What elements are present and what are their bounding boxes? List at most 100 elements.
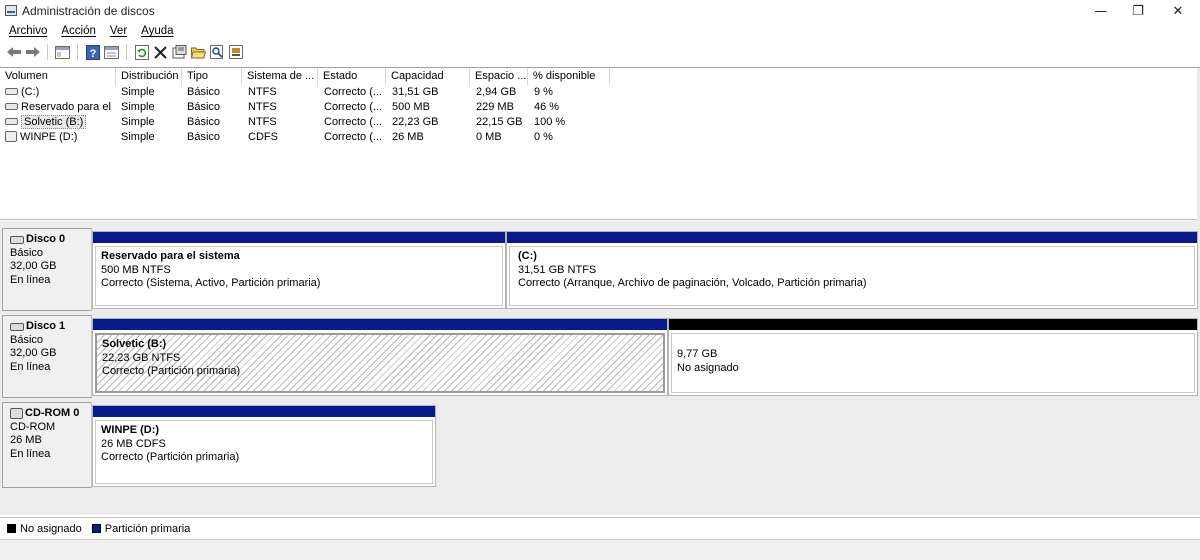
volume-type: Básico (187, 101, 221, 113)
help-icon[interactable]: ? (83, 43, 102, 62)
properties-icon[interactable] (170, 43, 189, 62)
volume-free-space: 229 MB (476, 101, 514, 113)
menu-ver[interactable]: Ver (110, 25, 127, 37)
menu-archivo[interactable]: Archivo (9, 25, 47, 37)
disk-name: CD-ROM 0 (25, 407, 80, 419)
partition-name: Reservado para el sistema (101, 250, 240, 262)
drive-icon (5, 102, 18, 110)
status-bar (0, 539, 1200, 560)
disk-status: En línea (10, 273, 51, 286)
column-header-disponible[interactable]: % disponible (528, 68, 610, 85)
partition-status: No asignado (677, 361, 739, 374)
legend: No asignado Partición primaria (0, 517, 1200, 539)
svg-text:?: ? (89, 48, 96, 60)
disk-management-app-icon (5, 5, 17, 16)
partition-size: 9,77 GB (677, 348, 718, 360)
partition-name: Solvetic (B:) (102, 338, 167, 350)
column-header-sistema[interactable]: Sistema de ... (242, 68, 318, 85)
disk-info-disco-1[interactable]: Disco 1 Básico 32,00 GB En línea (2, 315, 92, 398)
hard-disk-icon (10, 322, 24, 331)
volume-free-space: 0 MB (476, 131, 502, 143)
close-button[interactable]: ✕ (1156, 0, 1200, 22)
disk-info-disco-0[interactable]: Disco 0 Básico 32,00 GB En línea (2, 228, 92, 311)
column-header-capacidad[interactable]: Capacidad (386, 68, 470, 85)
partition-status: Correcto (Sistema, Activo, Partición pri… (101, 277, 321, 289)
volume-layout: Simple (121, 86, 155, 98)
partition-solvetic[interactable]: Solvetic (B:) 22,23 GB NTFS Correcto (Pa… (92, 318, 668, 396)
partition-color-bar (507, 232, 1197, 243)
volume-row[interactable]: Reservado para el ... Simple Básico NTFS… (0, 100, 1200, 115)
volume-status: Correcto (... (324, 86, 383, 98)
volume-capacity: 31,51 GB (392, 86, 439, 98)
restore-button[interactable]: ❐ (1116, 0, 1160, 22)
partition-status: Correcto (Partición primaria) (101, 451, 240, 463)
volume-percent-free: 46 % (534, 101, 560, 113)
partition-color-bar (93, 319, 667, 330)
menu-accion[interactable]: Acción (61, 25, 96, 37)
volume-type: Básico (187, 131, 221, 143)
volume-layout: Simple (121, 116, 155, 128)
partition-color-bar (669, 319, 1197, 330)
column-header-distribucion[interactable]: Distribución (116, 68, 182, 85)
open-folder-icon[interactable] (189, 43, 208, 62)
drive-icon (5, 117, 18, 125)
delete-icon[interactable] (151, 43, 170, 62)
volume-layout: Simple (121, 101, 155, 113)
column-header-tipo[interactable]: Tipo (182, 68, 242, 85)
disk-size: 32,00 GB (10, 347, 57, 359)
partition-status: Correcto (Arranque, Archivo de paginació… (518, 277, 867, 289)
volume-type: Básico (187, 116, 221, 128)
toolbar-separator (47, 44, 48, 60)
back-arrow-icon[interactable] (4, 43, 23, 62)
disk-name: Disco 0 (26, 233, 66, 245)
volume-row[interactable]: (C:) Simple Básico NTFS Correcto (... 31… (0, 85, 1200, 100)
disk-size: 32,00 GB (10, 260, 57, 272)
partition-reservado[interactable]: Reservado para el sistema 500 MB NTFS Co… (92, 231, 506, 309)
search-icon[interactable] (208, 43, 227, 62)
legend-swatch-primary (91, 524, 101, 533)
volume-filesystem: NTFS (248, 101, 277, 113)
volume-status: Correcto (... (324, 116, 383, 128)
legend-label-primary: Partición primaria (104, 522, 191, 535)
disk-status: En línea (10, 447, 51, 460)
column-header-estado[interactable]: Estado (318, 68, 386, 85)
volume-list: Volumen Distribución Tipo Sistema de ...… (0, 67, 1200, 221)
volume-status: Correcto (... (324, 101, 383, 113)
disk-status: En línea (10, 360, 51, 373)
toolbar: ? (0, 41, 1200, 63)
list-view-icon[interactable] (102, 43, 121, 62)
window-title: Administración de discos (22, 4, 155, 18)
menu-bar: Archivo Acción Ver Ayuda (0, 22, 1200, 40)
partition-unallocated[interactable]: 9,77 GB No asignado (668, 318, 1198, 396)
settings-icon[interactable] (227, 43, 246, 62)
volume-capacity: 22,23 GB (392, 116, 439, 128)
forward-arrow-icon[interactable] (23, 43, 42, 62)
volume-percent-free: 9 % (534, 86, 553, 98)
disk-info-cdrom-0[interactable]: CD-ROM 0 CD-ROM 26 MB En línea (2, 402, 92, 488)
volume-capacity: 500 MB (392, 101, 430, 113)
panel-icon[interactable] (53, 43, 72, 62)
volume-name: Solvetic (B:) (21, 115, 87, 129)
volume-row-selected[interactable]: Solvetic (B:) Simple Básico NTFS Correct… (0, 115, 1200, 130)
partition-color-bar (93, 232, 505, 243)
disk-graphical-view: Disco 0 Básico 32,00 GB En línea Reserva… (0, 221, 1200, 515)
partition-status: Correcto (Partición primaria) (102, 365, 241, 377)
disk-type: CD-ROM (10, 420, 56, 433)
legend-label-unallocated: No asignado (20, 522, 82, 535)
volume-capacity: 26 MB (392, 131, 424, 143)
volume-row[interactable]: WINPE (D:) Simple Básico CDFS Correcto (… (0, 130, 1200, 145)
partition-color-bar (93, 406, 435, 417)
volume-name: Reservado para el ... (21, 101, 115, 113)
volume-type: Básico (187, 86, 221, 98)
volume-name: WINPE (D:) (20, 131, 78, 143)
partition-winpe[interactable]: WINPE (D:) 26 MB CDFS Correcto (Partició… (92, 405, 436, 487)
menu-ayuda[interactable]: Ayuda (141, 25, 173, 37)
volume-free-space: 22,15 GB (476, 116, 523, 128)
refresh-icon[interactable] (132, 43, 151, 62)
volume-filesystem: NTFS (248, 116, 277, 128)
partition-c[interactable]: (C:) 31,51 GB NTFS Correcto (Arranque, A… (506, 231, 1198, 309)
column-header-espacio[interactable]: Espacio ... (470, 68, 528, 85)
toolbar-separator (77, 44, 78, 60)
volume-percent-free: 100 % (534, 116, 566, 128)
column-header-volumen[interactable]: Volumen (0, 68, 116, 85)
